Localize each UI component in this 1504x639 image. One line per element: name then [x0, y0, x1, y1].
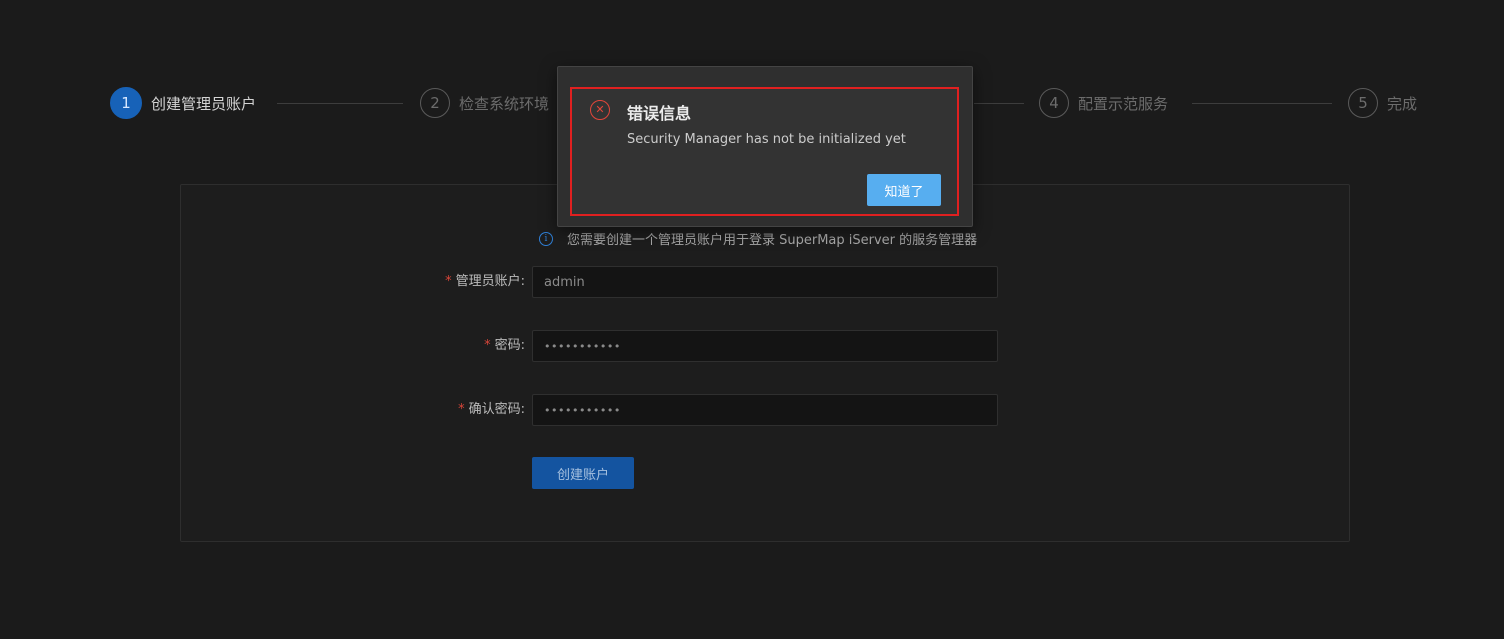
step-5[interactable]: 5 完成 — [1348, 87, 1417, 119]
info-icon: i — [539, 231, 553, 246]
step-number: 2 — [420, 88, 450, 118]
admin-account-label: * 管理员账户: — [445, 274, 525, 289]
error-icon: ✕ — [590, 100, 610, 120]
notice-text: 您需要创建一个管理员账户用于登录 SuperMap iServer 的服务管理器 — [567, 233, 978, 248]
required-mark: * — [458, 402, 465, 417]
confirm-password-label: * 确认密码: — [458, 402, 525, 417]
step-1[interactable]: 1 创建管理员账户 — [110, 87, 256, 119]
password-label: * 密码: — [484, 338, 525, 353]
step-connector — [277, 103, 403, 104]
step-connector — [1192, 103, 1332, 104]
dialog-title: 错误信息 — [627, 104, 692, 123]
admin-account-input[interactable] — [532, 266, 998, 298]
step-connector — [974, 103, 1024, 104]
create-admin-form: i 您需要创建一个管理员账户用于登录 SuperMap iServer 的服务管… — [180, 184, 1350, 542]
form-notice: i 您需要创建一个管理员账户用于登录 SuperMap iServer 的服务管… — [539, 229, 977, 248]
step-2[interactable]: 2 检查系统环境 — [420, 87, 549, 119]
step-label: 创建管理员账户 — [151, 94, 257, 113]
dialog-ok-button[interactable]: 知道了 — [867, 174, 941, 206]
dialog-highlight-box: ✕ 错误信息 Security Manager has not be initi… — [570, 87, 959, 216]
password-input[interactable] — [532, 330, 998, 362]
step-4[interactable]: 4 配置示范服务 — [1039, 87, 1168, 119]
form-row-admin-account: * 管理员账户: — [181, 266, 1351, 298]
step-label: 配置示范服务 — [1078, 94, 1169, 113]
confirm-password-input[interactable] — [532, 394, 998, 426]
error-dialog: ✕ 错误信息 Security Manager has not be initi… — [557, 66, 973, 227]
required-mark: * — [445, 274, 452, 289]
step-number: 5 — [1348, 88, 1378, 118]
form-row-confirm-password: * 确认密码: — [181, 394, 1351, 426]
step-label: 检查系统环境 — [459, 94, 550, 113]
step-number: 4 — [1039, 88, 1069, 118]
required-mark: * — [484, 338, 491, 353]
create-account-button[interactable]: 创建账户 — [532, 457, 634, 489]
step-label: 完成 — [1387, 94, 1418, 113]
step-number: 1 — [110, 87, 142, 119]
dialog-message: Security Manager has not be initialized … — [627, 132, 906, 147]
form-row-password: * 密码: — [181, 330, 1351, 362]
